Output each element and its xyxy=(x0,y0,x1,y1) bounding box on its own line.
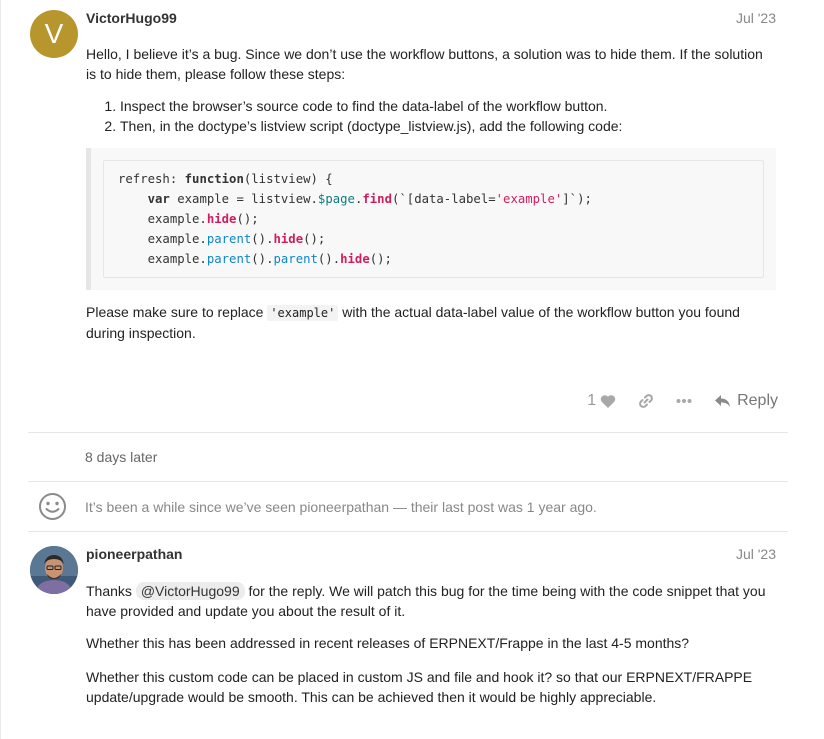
post-victorhugo99: V VictorHugo99 Jul '23 Hello, I believe … xyxy=(28,8,788,428)
absence-notice: It’s been a while since we’ve seen pione… xyxy=(85,499,597,515)
username[interactable]: pioneerpathan xyxy=(86,546,182,562)
step-item: Inspect the browser’s source code to fin… xyxy=(120,96,776,116)
post-date[interactable]: Jul '23 xyxy=(736,10,776,26)
post-paragraph: Whether this custom code can be placed i… xyxy=(86,669,753,705)
post-intro: Hello, I believe it’s a bug. Since we do… xyxy=(86,46,763,82)
p1-text-1: Thanks xyxy=(86,583,136,599)
avatar-photo xyxy=(30,546,78,594)
post-divider xyxy=(28,531,788,532)
more-options-button[interactable] xyxy=(676,398,692,404)
post-outro: Please make sure to replace 'example' wi… xyxy=(86,302,776,343)
post-divider xyxy=(28,481,788,482)
username[interactable]: VictorHugo99 xyxy=(86,10,177,26)
post-paragraph: Whether this has been addressed in recen… xyxy=(86,635,690,651)
post-date[interactable]: Jul '23 xyxy=(736,546,776,562)
more-icon xyxy=(676,399,692,403)
avatar[interactable] xyxy=(30,546,78,594)
outro-text-1: Please make sure to replace xyxy=(86,304,268,320)
link-icon xyxy=(639,394,653,408)
post-body: Thanks @VictorHugo99 for the reply. We w… xyxy=(86,581,776,707)
reply-label: Reply xyxy=(737,392,778,409)
post-paragraph: Thanks @VictorHugo99 for the reply. We w… xyxy=(86,581,776,621)
heart-icon xyxy=(600,394,616,408)
user-mention[interactable]: @VictorHugo99 xyxy=(135,582,245,600)
smile-icon xyxy=(39,493,66,520)
steps-list: Inspect the browser’s source code to fin… xyxy=(86,96,776,136)
like-button[interactable]: 1 xyxy=(587,392,616,410)
inline-code: 'example' xyxy=(267,305,339,321)
avatar-letter: V xyxy=(44,18,64,49)
copy-link-button[interactable] xyxy=(638,393,654,409)
time-gap-label: 8 days later xyxy=(85,449,158,465)
like-count: 1 xyxy=(587,392,597,409)
left-border xyxy=(0,0,1,739)
avatar[interactable]: V xyxy=(30,10,78,58)
code-snippet[interactable]: refresh: function(listview) { var exampl… xyxy=(103,160,764,278)
post-divider xyxy=(28,432,788,433)
reply-icon xyxy=(715,395,731,407)
step-item: Then, in the doctype’s listview script (… xyxy=(120,116,776,136)
reply-button[interactable]: Reply xyxy=(714,392,778,410)
post-pioneerpathan: pioneerpathan Jul '23 Thanks @VictorHugo… xyxy=(28,544,788,739)
post-actions: 1 Reply xyxy=(565,392,778,410)
code-block: refresh: function(listview) { var exampl… xyxy=(86,148,776,290)
post-body: Hello, I believe it’s a bug. Since we do… xyxy=(86,44,776,343)
